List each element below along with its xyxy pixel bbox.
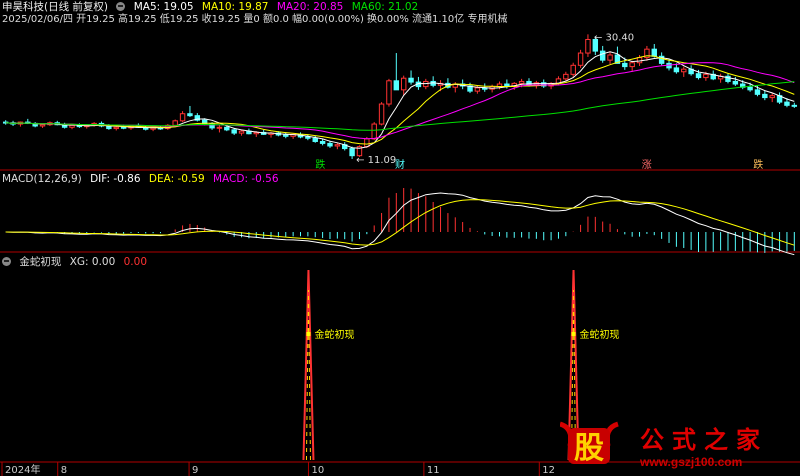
candle (474, 87, 481, 92)
candle (386, 80, 392, 105)
event-tag: 涨 (642, 159, 652, 171)
signal-label: 金蛇初现 (580, 328, 620, 341)
candle (349, 148, 355, 157)
candle (283, 134, 289, 137)
candle (636, 57, 643, 64)
candle (651, 48, 657, 57)
candle (695, 73, 702, 79)
event-tag: 财 (395, 158, 405, 171)
ma20-value: MA20: 20.85 (276, 1, 344, 13)
candle (629, 62, 635, 68)
stock-chart[interactable]: ← 30.40← 11.09跌财涨跌 金蛇初现 金蛇初现 2024年 8 9 10 11 1… (0, 0, 800, 476)
candle (238, 130, 245, 134)
time-label: 2024年 (5, 463, 40, 476)
candle (673, 67, 680, 73)
time-axis: 2024年 8 9 10 11 12 (1, 462, 555, 476)
candle (120, 126, 127, 129)
event-tag: 跌 (753, 158, 763, 171)
settings-icon[interactable] (2, 257, 11, 266)
candle (172, 120, 178, 126)
bar-info: 2025/02/06/四 开19.25 高19.25 低19.25 收19.25… (2, 13, 512, 27)
candle (563, 73, 569, 80)
candle (39, 124, 46, 127)
candle (224, 126, 230, 131)
candle (791, 104, 798, 107)
watermark-url: www.gszj100.com (640, 455, 743, 469)
candle (703, 73, 709, 79)
signal-title: 金蛇初现 (19, 256, 62, 268)
candle (408, 77, 414, 83)
time-label: 10 (311, 465, 324, 476)
time-label: 9 (192, 465, 198, 476)
candle (334, 144, 341, 147)
macd-panel (5, 188, 795, 256)
candle (622, 62, 628, 68)
candle (113, 126, 119, 130)
stock-title: 申昊科技(日线 前复权) (2, 1, 109, 13)
candle (732, 80, 739, 85)
candle (681, 68, 687, 73)
ma5-value: MA5: 19.05 (133, 1, 194, 13)
candle (518, 80, 525, 84)
xg-red-value: 0.00 (123, 256, 148, 268)
candle (585, 38, 591, 54)
candle (305, 136, 311, 139)
low-price-label: ← 11.09 (356, 155, 396, 166)
candle (762, 93, 768, 99)
candle (504, 83, 510, 87)
dif-value: DIF: -0.86 (90, 173, 141, 185)
candle (784, 101, 790, 106)
candle (327, 142, 333, 147)
candle (393, 80, 400, 91)
high-price-label: ← 30.40 (594, 32, 634, 43)
candle (769, 95, 775, 99)
macd-header: MACD(12,26,9) DIF: -0.86 DEA: -0.59 MACD… (2, 172, 284, 186)
time-label: 11 (427, 465, 440, 476)
macd-value: MACD: -0.56 (213, 173, 279, 185)
candle (754, 89, 761, 95)
dea-value: DEA: -0.59 (148, 173, 205, 185)
settings-icon[interactable] (116, 2, 126, 11)
candle (69, 124, 75, 128)
candle (570, 64, 576, 75)
ma60-value: MA60: 21.02 (351, 1, 419, 13)
candle (179, 113, 186, 122)
candle (747, 86, 753, 91)
price-header: 申昊科技(日线 前复权) MA5: 19.05 MA10: 19.87 MA20… (2, 0, 423, 14)
ma10-value: MA10: 19.87 (201, 1, 269, 13)
candle (371, 123, 377, 140)
candle (577, 52, 584, 66)
candle (378, 103, 385, 125)
time-label: 8 (61, 465, 67, 476)
candle (187, 113, 193, 117)
event-tag: 跌 (315, 158, 325, 171)
candle (216, 126, 223, 129)
candle (319, 140, 326, 144)
bar-info-text: 2025/02/06/四 开19.25 高19.25 低19.25 收19.25… (2, 14, 508, 25)
macd-title: MACD(12,26,9) (2, 173, 82, 185)
time-label: 12 (542, 465, 555, 476)
candle (607, 54, 613, 61)
ma60-line (5, 81, 795, 131)
candle (312, 137, 318, 142)
watermark-brand: 公式之家 (640, 426, 768, 454)
candle (231, 129, 237, 134)
signal-header: 金蛇初现 XG: 0.00 0.00 (2, 255, 152, 269)
signal-marker (571, 332, 576, 336)
signal-marker (306, 332, 311, 336)
signal-label: 金蛇初现 (314, 328, 354, 341)
candle (599, 50, 606, 61)
xg-value: XG: 0.00 (69, 256, 116, 268)
candle (400, 77, 407, 91)
watermark-glyph: 股 (574, 431, 604, 466)
